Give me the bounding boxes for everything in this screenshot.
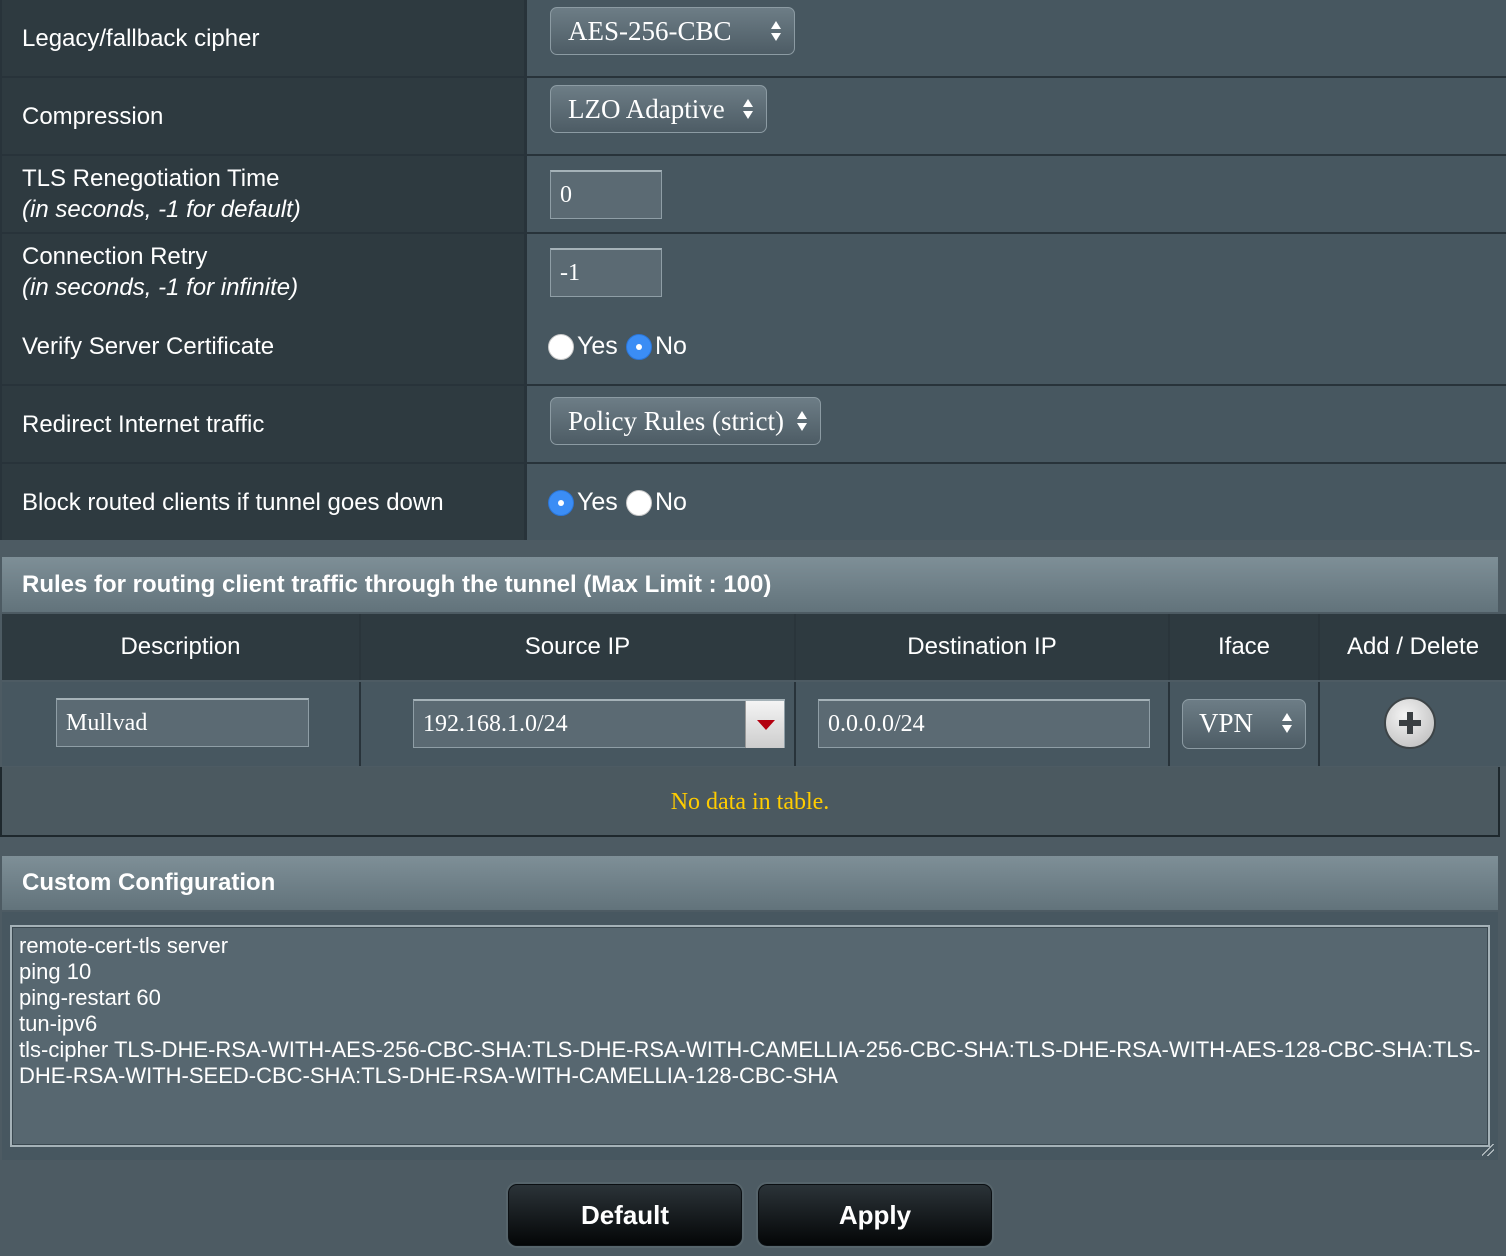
iface-select[interactable]: VPN <box>1182 699 1306 749</box>
value-cell-compression: LZO Adaptive <box>527 78 1506 154</box>
up-down-arrows-icon <box>797 411 807 431</box>
up-down-arrows-icon <box>771 21 781 41</box>
redirect-traffic-select[interactable]: Policy Rules (strict) <box>550 397 821 445</box>
cell-add-delete <box>1320 682 1506 766</box>
row-tls-renegotiation: TLS Renegotiation Time (in seconds, -1 f… <box>0 156 1506 232</box>
custom-config-title: Custom Configuration <box>2 856 1498 910</box>
value-cell-tls-renegotiation: 0 <box>527 156 1506 232</box>
default-button[interactable]: Default <box>508 1184 742 1246</box>
value-cell-connection-retry: -1 <box>527 234 1506 310</box>
label-legacy-cipher: Legacy/fallback cipher <box>2 0 524 76</box>
label-connection-retry: Connection Retry (in seconds, -1 for inf… <box>2 234 524 310</box>
block-clients-no-radio[interactable]: No <box>626 488 687 517</box>
value-cell-redirect-internet-traffic: Policy Rules (strict) <box>527 386 1506 462</box>
column-header-destination-ip: Destination IP <box>796 614 1168 680</box>
vpn-settings-table: Legacy/fallback cipher AES-256-CBC Compr… <box>0 0 1506 540</box>
legacy-cipher-select[interactable]: AES-256-CBC <box>550 7 795 55</box>
row-redirect-internet-traffic: Redirect Internet traffic Policy Rules (… <box>0 386 1506 462</box>
label-verify-server-certificate: Verify Server Certificate <box>2 308 524 384</box>
cell-destination-ip: 0.0.0.0/24 <box>796 682 1168 766</box>
value-cell-legacy-cipher: AES-256-CBC <box>527 0 1506 76</box>
rules-empty-message: No data in table. <box>0 767 1500 837</box>
caret-down-icon[interactable] <box>745 701 784 748</box>
radio-unchecked-icon <box>548 333 574 360</box>
row-verify-server-certificate: Verify Server Certificate Yes No <box>0 308 1506 384</box>
column-header-source-ip: Source IP <box>361 614 794 680</box>
rules-input-row: Mullvad 192.168.1.0/24 0.0.0.0/24 VPN <box>2 682 1506 766</box>
rule-description-input[interactable]: Mullvad <box>56 698 309 747</box>
source-ip-input[interactable]: 192.168.1.0/24 <box>413 699 785 748</box>
resize-handle-icon[interactable] <box>1482 1144 1494 1156</box>
column-header-description: Description <box>2 614 359 680</box>
cell-description: Mullvad <box>2 682 359 766</box>
connection-retry-input[interactable]: -1 <box>550 248 662 297</box>
label-tls-renegotiation: TLS Renegotiation Time (in seconds, -1 f… <box>2 156 524 232</box>
rules-table-header: Description Source IP Destination IP Ifa… <box>2 614 1506 680</box>
radio-unchecked-icon <box>626 489 652 516</box>
hint-connection-retry: (in seconds, -1 for infinite) <box>22 274 299 301</box>
value-cell-block-routed-clients: Yes No <box>527 464 1506 540</box>
tls-renegotiation-input[interactable]: 0 <box>550 170 662 219</box>
rules-section-title: Rules for routing client traffic through… <box>2 557 1498 612</box>
label-block-routed-clients: Block routed clients if tunnel goes down <box>2 464 524 540</box>
destination-ip-input[interactable]: 0.0.0.0/24 <box>818 699 1150 748</box>
custom-config-panel: remote-cert-tls server ping 10 ping-rest… <box>2 912 1498 1160</box>
row-legacy-cipher: Legacy/fallback cipher AES-256-CBC <box>0 0 1506 76</box>
verify-cert-no-radio[interactable]: No <box>626 332 687 361</box>
column-header-iface: Iface <box>1170 614 1318 680</box>
label-redirect-internet-traffic: Redirect Internet traffic <box>2 386 524 462</box>
verify-cert-yes-radio[interactable]: Yes <box>548 332 618 361</box>
block-clients-yes-radio[interactable]: Yes <box>548 488 618 517</box>
up-down-arrows-icon <box>743 99 753 119</box>
radio-checked-icon <box>548 489 574 516</box>
row-block-routed-clients: Block routed clients if tunnel goes down… <box>0 464 1506 540</box>
cell-source-ip: 192.168.1.0/24 <box>361 682 794 766</box>
up-down-arrows-icon <box>1282 713 1292 733</box>
plus-circle-icon[interactable] <box>1384 697 1436 749</box>
label-compression: Compression <box>2 78 524 154</box>
row-compression: Compression LZO Adaptive <box>0 78 1506 154</box>
value-cell-verify-server-certificate: Yes No <box>527 308 1506 384</box>
custom-config-textarea[interactable]: remote-cert-tls server ping 10 ping-rest… <box>10 925 1490 1147</box>
cell-iface: VPN <box>1170 682 1318 766</box>
compression-select[interactable]: LZO Adaptive <box>550 85 767 133</box>
row-connection-retry: Connection Retry (in seconds, -1 for inf… <box>0 234 1506 310</box>
column-header-add-delete: Add / Delete <box>1320 614 1506 680</box>
radio-checked-icon <box>626 333 652 360</box>
apply-button[interactable]: Apply <box>758 1184 992 1246</box>
hint-tls-renegotiation: (in seconds, -1 for default) <box>22 196 301 223</box>
